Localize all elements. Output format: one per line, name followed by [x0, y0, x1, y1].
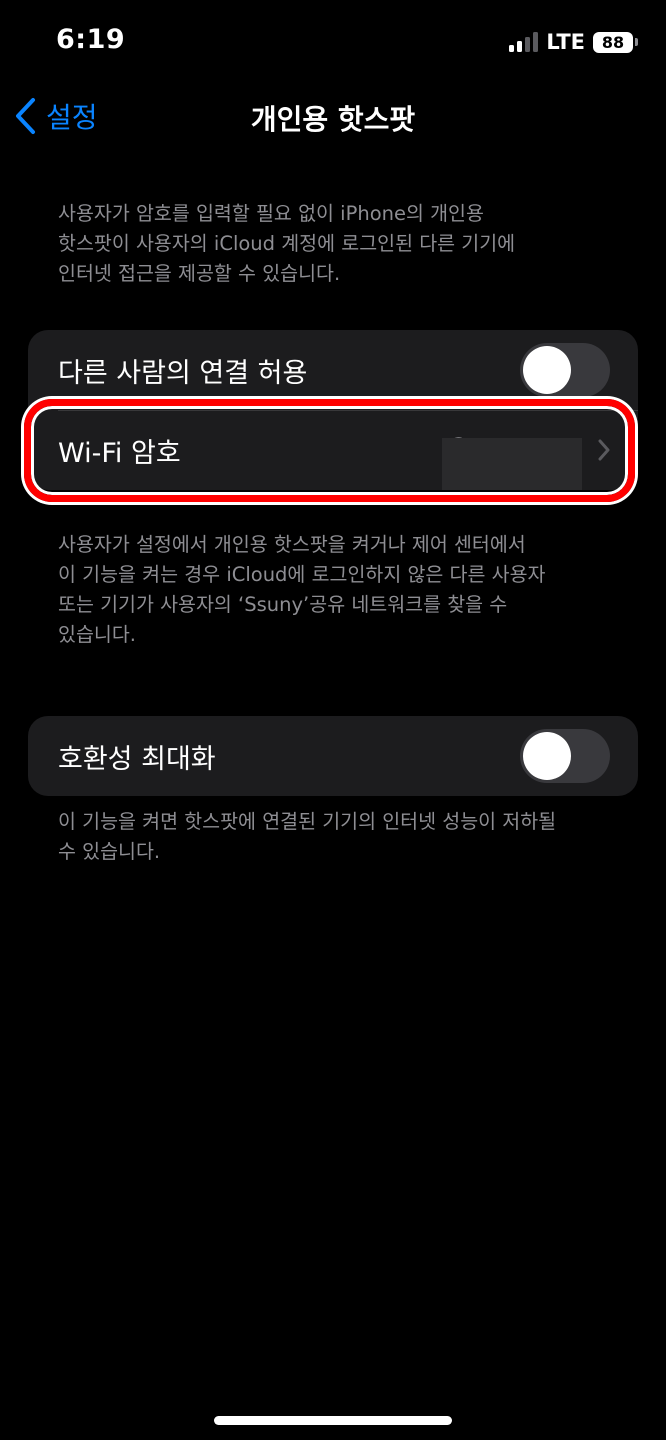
allow-others-toggle[interactable]: [520, 343, 610, 397]
footer-line: 있습니다.: [58, 623, 136, 646]
network-type: LTE: [546, 30, 585, 54]
allow-others-row: 다른 사람의 연결 허용: [28, 330, 638, 410]
footer-line: 또는 기기가 사용자의 ‘Ssuny’공유 네트워크를 찾을 수: [58, 593, 508, 616]
home-indicator[interactable]: [214, 1416, 452, 1425]
toggle-knob: [523, 732, 571, 780]
wifi-password-label: Wi-Fi 암호: [58, 437, 181, 469]
intro-line: 핫스팟이 사용자의 iCloud 계정에 로그인된 다른 기기에: [58, 232, 516, 255]
maximize-compat-toggle[interactable]: [520, 729, 610, 783]
footer-line: 사용자가 설정에서 개인용 핫스팟을 켜거나 제어 센터에서: [58, 533, 526, 556]
status-time: 6:19: [56, 24, 126, 55]
intro-description: 사용자가 암호를 입력할 필요 없이 iPhone의 개인용 핫스팟이 사용자의…: [58, 199, 618, 289]
compat-footer: 이 기능을 켜면 핫스팟에 연결된 기기의 인터넷 성능이 저하될 수 있습니다…: [58, 807, 618, 867]
page-title: 개인용 핫스팟: [250, 103, 416, 136]
compatibility-group: 호환성 최대화: [28, 716, 638, 796]
toggle-knob: [523, 346, 571, 394]
maximize-compat-row: 호환성 최대화: [28, 716, 638, 796]
allow-others-label: 다른 사람의 연결 허용: [58, 357, 308, 389]
footer-line: 이 기능을 켜면 핫스팟에 연결된 기기의 인터넷 성능이 저하될: [58, 810, 557, 833]
maximize-compat-label: 호환성 최대화: [58, 743, 216, 775]
footer-line: 수 있습니다.: [58, 840, 161, 863]
redacted-password: [442, 438, 582, 490]
battery-icon: 88: [593, 31, 633, 53]
intro-line: 인터넷 접근을 제공할 수 있습니다.: [58, 262, 341, 285]
signal-icon: [509, 32, 539, 52]
wifi-password-row[interactable]: Wi-Fi 암호 2: [28, 410, 638, 490]
chevron-right-icon: [598, 439, 610, 461]
hotspot-footer: 사용자가 설정에서 개인용 핫스팟을 켜거나 제어 센터에서 이 기능을 켜는 …: [58, 530, 618, 650]
intro-line: 사용자가 암호를 입력할 필요 없이 iPhone의 개인용: [58, 202, 484, 225]
screen: 6:19 LTE 88 설정 개인용 핫스팟 사용자가 암호를 입력할 필요 없…: [0, 0, 666, 1440]
battery-level: 88: [601, 32, 625, 52]
hotspot-settings-group: 다른 사람의 연결 허용 Wi-Fi 암호 2: [28, 330, 638, 490]
battery-tip: [635, 38, 638, 46]
footer-line: 이 기능을 켜는 경우 iCloud에 로그인하지 않은 다른 사용자: [58, 563, 546, 586]
status-indicators: LTE 88: [509, 30, 638, 54]
